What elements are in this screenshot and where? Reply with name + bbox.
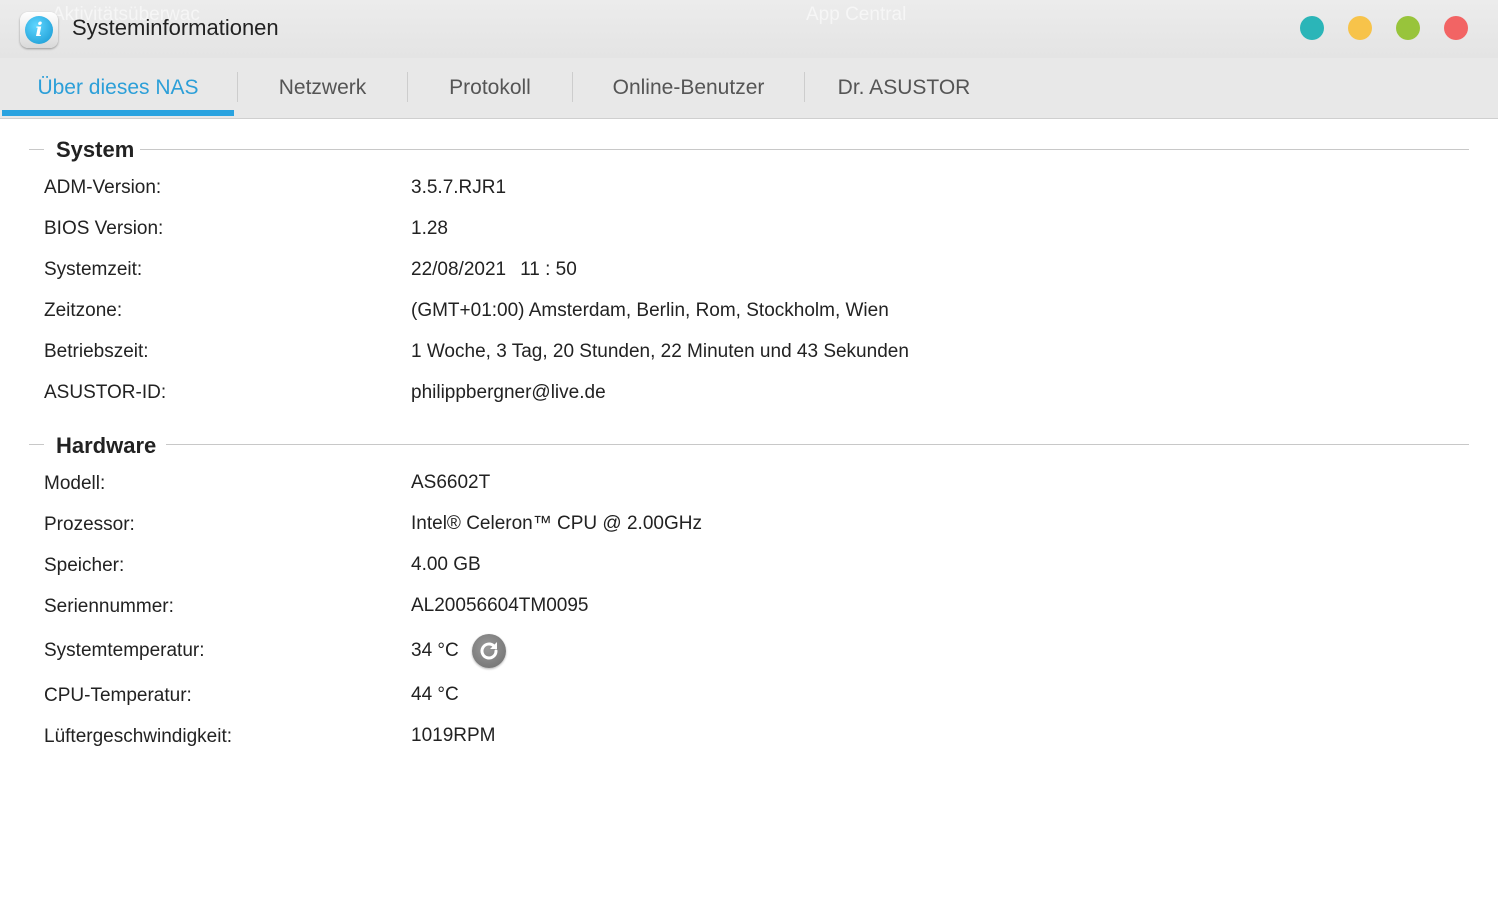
active-tab-indicator <box>2 110 234 116</box>
system-time-value: 22/08/2021 11 : 50 <box>411 259 577 281</box>
tab-log[interactable]: Protokoll <box>408 58 572 118</box>
section-title-hardware: Hardware <box>56 433 157 458</box>
processor-value: Intel® Celeron™ CPU @ 2.00GHz <box>411 513 702 534</box>
asustor-id-value: philippbergner@live.de <box>411 382 606 403</box>
system-time-label: Systemzeit: <box>44 259 143 280</box>
bios-version-value: 1.28 <box>411 218 448 239</box>
window-title: Systeminformationen <box>72 15 279 40</box>
system-temperature-value: 34 °C <box>411 640 459 661</box>
cpu-temperature-label: CPU-Temperatur: <box>44 685 192 706</box>
model-label: Modell: <box>44 473 106 494</box>
uptime-value: 1 Woche, 3 Tag, 20 Stunden, 22 Minuten u… <box>411 341 909 362</box>
model-value: AS6602T <box>411 472 491 493</box>
tab-network[interactable]: Netzwerk <box>238 58 407 118</box>
memory-value: 4.00 GB <box>411 554 481 575</box>
close-button[interactable] <box>1444 16 1468 40</box>
timezone-value: (GMT+01:00) Amsterdam, Berlin, Rom, Stoc… <box>411 300 889 321</box>
title-bar[interactable]: Aktivitätsüberwac App Central i Systemin… <box>0 0 1498 58</box>
section-divider <box>29 149 44 150</box>
tab-dr-asustor[interactable]: Dr. ASUSTOR <box>805 58 1003 118</box>
tab-about-nas[interactable]: Über dieses NAS <box>2 58 234 118</box>
section-divider <box>140 149 1469 150</box>
asustor-id-label: ASUSTOR-ID: <box>44 382 167 403</box>
minimize-button[interactable] <box>1348 16 1372 40</box>
maximize-button[interactable] <box>1396 16 1420 40</box>
tab-bar: Über dieses NAS Netzwerk Protokoll Onlin… <box>0 58 1498 119</box>
serial-number-label: Seriennummer: <box>44 596 174 617</box>
fan-speed-label: Lüftergeschwindigkeit: <box>44 726 232 747</box>
window-teal-button[interactable] <box>1300 16 1324 40</box>
bios-version-label: BIOS Version: <box>44 218 164 239</box>
system-info-window: Aktivitätsüberwac App Central i Systemin… <box>0 0 1498 898</box>
background-window-title: App Central <box>806 4 907 25</box>
system-clock: 11 : 50 <box>520 259 577 280</box>
adm-version-value: 3.5.7.RJR1 <box>411 177 507 198</box>
section-title-system: System <box>56 137 135 162</box>
timezone-label: Zeitzone: <box>44 300 123 321</box>
memory-label: Speicher: <box>44 555 125 576</box>
uptime-label: Betriebszeit: <box>44 341 149 362</box>
processor-label: Prozessor: <box>44 514 135 535</box>
section-divider <box>29 444 44 445</box>
refresh-icon[interactable] <box>472 634 506 668</box>
serial-number-value: AL20056604TM0095 <box>411 595 589 616</box>
fan-speed-value: 1019RPM <box>411 725 496 746</box>
cpu-temperature-value: 44 °C <box>411 684 459 705</box>
info-app-icon: i <box>20 12 58 48</box>
section-divider <box>166 444 1469 445</box>
system-temperature-label: Systemtemperatur: <box>44 640 205 661</box>
tab-online-users[interactable]: Online-Benutzer <box>573 58 804 118</box>
adm-version-label: ADM-Version: <box>44 177 162 198</box>
system-date: 22/08/2021 <box>411 259 507 280</box>
